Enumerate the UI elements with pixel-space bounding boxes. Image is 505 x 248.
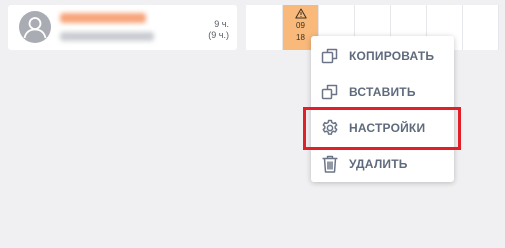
avatar <box>19 11 51 43</box>
trash-icon <box>322 155 338 173</box>
context-menu: КОПИРОВАТЬ ВСТАВИТЬ НАСТРОЙКИ УДАЛИТЬ <box>311 36 454 182</box>
menu-item-copy[interactable]: КОПИРОВАТЬ <box>311 38 454 74</box>
employee-name-blurred <box>60 13 146 23</box>
hours-total: (9 ч.) <box>208 30 229 40</box>
copy-icon <box>321 48 338 64</box>
menu-item-label: УДАЛИТЬ <box>349 157 408 171</box>
paste-icon <box>321 84 338 100</box>
menu-item-label: КОПИРОВАТЬ <box>349 49 435 63</box>
menu-item-label: НАСТРОЙКИ <box>349 121 426 135</box>
day-cell[interactable] <box>246 5 283 50</box>
hours-planned: 9 ч. <box>214 19 229 29</box>
warning-icon <box>294 8 307 19</box>
shift-end: 18 <box>296 33 305 42</box>
menu-item-settings[interactable]: НАСТРОЙКИ <box>311 110 454 146</box>
employee-card[interactable]: 9 ч. (9 ч.) <box>8 5 237 50</box>
employee-hours: 9 ч. (9 ч.) <box>208 19 229 41</box>
menu-item-delete[interactable]: УДАЛИТЬ <box>311 146 454 182</box>
gear-icon <box>322 119 338 135</box>
menu-item-paste[interactable]: ВСТАВИТЬ <box>311 74 454 110</box>
menu-item-label: ВСТАВИТЬ <box>349 85 416 99</box>
day-cell[interactable] <box>463 5 499 50</box>
schedule-view: 9 ч. (9 ч.) 09 18 КОПИРОВАТЬ ВСТАВИТЬ НА… <box>0 0 505 248</box>
employee-position-blurred <box>60 32 154 41</box>
user-icon <box>23 17 47 39</box>
shift-start: 09 <box>296 21 305 30</box>
